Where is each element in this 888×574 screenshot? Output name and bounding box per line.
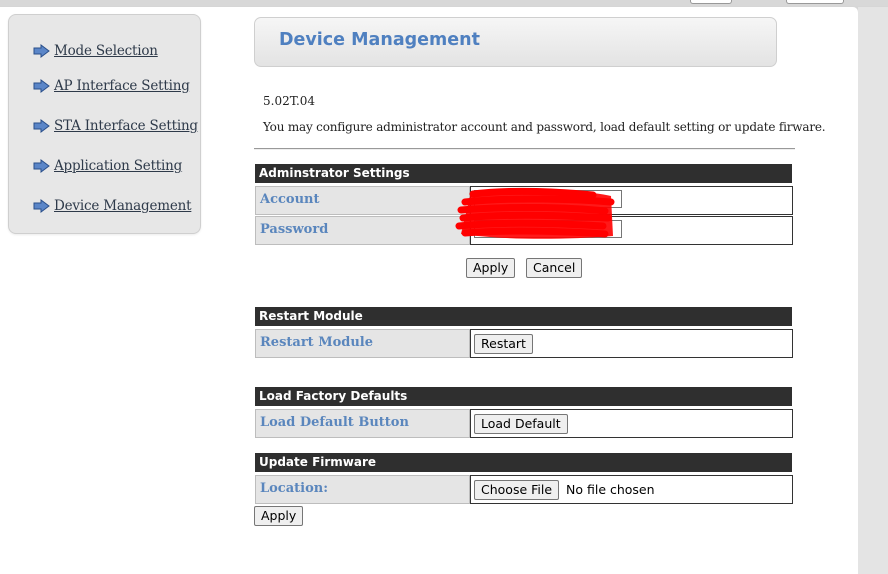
factory-cell: Load Default [470, 409, 793, 438]
no-file-text: No file chosen [566, 482, 655, 497]
factory-row: Load Default Button Load Default [255, 409, 793, 438]
browser-button-stub[interactable] [690, 0, 732, 4]
divider [254, 148, 795, 150]
sidebar-item-label: Device Management [54, 198, 192, 214]
choose-file-button[interactable]: Choose File [474, 480, 560, 500]
arrow-right-icon [33, 44, 50, 58]
sidebar-item-ap-interface[interactable]: AP Interface Setting [33, 76, 190, 96]
admin-apply-button[interactable]: Apply [466, 258, 516, 278]
section-header-factory: Load Factory Defaults [255, 387, 792, 406]
page-description: You may configure administrator account … [263, 120, 826, 134]
arrow-right-icon [33, 199, 50, 213]
location-label: Location: [255, 475, 470, 504]
arrow-right-icon [33, 159, 50, 173]
browser-button-stub[interactable] [786, 0, 844, 4]
load-default-button[interactable]: Load Default [474, 414, 568, 434]
firmware-apply-button[interactable]: Apply [254, 506, 304, 526]
restart-button[interactable]: Restart [474, 334, 533, 354]
sidebar-item-mode-selection[interactable]: Mode Selection [33, 41, 158, 61]
firmware-cell: Choose File No file chosen [470, 475, 793, 504]
sidebar-item-label: Application Setting [54, 158, 183, 174]
section-header-admin: Adminstrator Settings [255, 164, 792, 183]
redaction-scribble [455, 187, 615, 239]
arrow-right-icon [33, 119, 50, 133]
firmware-version: 5.02T.04 [263, 94, 316, 108]
sidebar-item-label: Mode Selection [54, 43, 158, 59]
account-label: Account [255, 186, 470, 215]
scrollbar-track[interactable] [858, 7, 888, 574]
admin-cancel-button[interactable]: Cancel [526, 258, 583, 278]
page-title: Device Management [279, 30, 480, 50]
sidebar-item-device-management[interactable]: Device Management [33, 196, 192, 216]
section-header-restart: Restart Module [255, 307, 792, 326]
sidebar: Mode Selection AP Interface Setting STA … [8, 14, 201, 234]
restart-cell: Restart [470, 329, 793, 358]
arrow-right-icon [33, 79, 50, 93]
browser-top-strip [0, 0, 888, 6]
factory-label: Load Default Button [255, 409, 470, 438]
restart-row: Restart Module Restart [255, 329, 793, 358]
sidebar-item-sta-interface[interactable]: STA Interface Setting [33, 116, 198, 136]
sidebar-item-label: STA Interface Setting [54, 118, 198, 134]
firmware-row: Location: Choose File No file chosen [255, 475, 793, 504]
page-title-box: Device Management [254, 17, 777, 67]
sidebar-item-label: AP Interface Setting [54, 78, 190, 94]
section-header-firmware: Update Firmware [255, 453, 792, 472]
restart-label: Restart Module [255, 329, 470, 358]
sidebar-item-application[interactable]: Application Setting [33, 156, 182, 176]
password-label: Password [255, 216, 470, 245]
